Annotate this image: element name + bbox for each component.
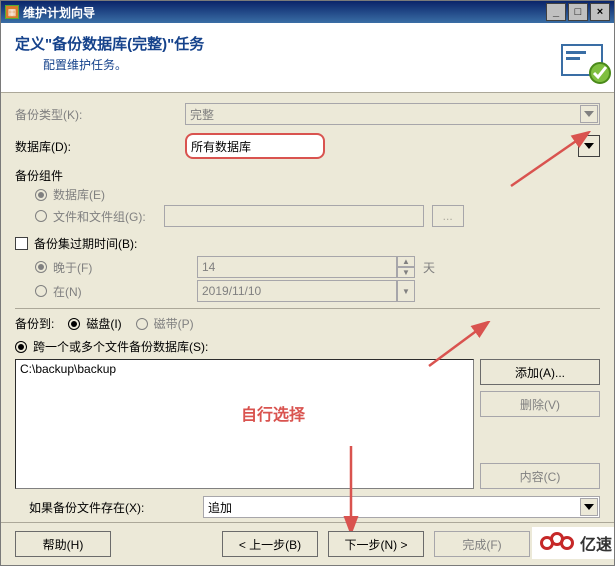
filegroup-input: [164, 205, 424, 227]
backup-type-label: 备份类型(K):: [15, 106, 185, 123]
finish-button: 完成(F): [434, 531, 530, 557]
radio-after: [35, 261, 47, 273]
backup-to-label: 备份到:: [15, 315, 54, 332]
database-value: 所有数据库: [191, 138, 251, 155]
logo-text: 亿速: [580, 531, 612, 555]
radio-multi-label: 跨一个或多个文件备份数据库(S):: [33, 338, 208, 355]
remove-button: 删除(V): [480, 391, 600, 417]
page-title: 定义"备份数据库(完整)"任务: [15, 33, 600, 54]
page-subtitle: 配置维护任务。: [43, 56, 600, 73]
after-days-input: [197, 256, 397, 278]
if-exists-combo[interactable]: 追加: [203, 496, 600, 518]
radio-disk[interactable]: [68, 318, 80, 330]
window-title: 维护计划向导: [23, 4, 546, 21]
divider: [15, 308, 600, 309]
wizard-footer: 帮助(H) < 上一步(B) 下一步(N) > 完成(F) 取消: [1, 522, 614, 565]
radio-filegroup-label: 文件和文件组(G):: [53, 208, 146, 225]
radio-filegroup: [35, 210, 47, 222]
database-highlight: 所有数据库: [185, 133, 325, 159]
add-button[interactable]: 添加(A)...: [480, 359, 600, 385]
chevron-down-icon[interactable]: [580, 498, 598, 516]
content-button: 内容(C): [480, 463, 600, 489]
radio-multi-files[interactable]: [15, 341, 27, 353]
on-date-input: [197, 280, 397, 302]
radio-disk-label: 磁盘(I): [86, 315, 121, 332]
close-button[interactable]: ×: [590, 3, 610, 21]
days-unit: 天: [423, 259, 435, 276]
maximize-button[interactable]: □: [568, 3, 588, 21]
database-dropdown-button[interactable]: [578, 135, 600, 157]
chevron-down-icon: [580, 105, 598, 123]
minimize-button[interactable]: _: [546, 3, 566, 21]
database-label: 数据库(D):: [15, 138, 185, 155]
annotation-text: 自行选择: [241, 401, 305, 425]
backup-type-value: 完整: [190, 106, 214, 123]
header-icon: [556, 39, 612, 87]
spinner-buttons: ▲▼: [397, 256, 415, 278]
if-exists-label: 如果备份文件存在(X):: [29, 499, 199, 516]
radio-on-label: 在(N): [53, 283, 193, 300]
expire-checkbox[interactable]: [15, 237, 28, 250]
radio-database-label: 数据库(E): [53, 186, 105, 203]
filegroup-browse-button: ...: [432, 205, 464, 227]
expire-label: 备份集过期时间(B):: [34, 235, 137, 252]
titlebar: ▦ 维护计划向导 _ □ ×: [1, 1, 614, 23]
if-exists-value: 追加: [208, 499, 232, 516]
radio-after-label: 晚于(F): [53, 259, 193, 276]
app-icon: ▦: [5, 5, 19, 19]
radio-on: [35, 285, 47, 297]
next-button[interactable]: 下一步(N) >: [328, 531, 424, 557]
component-group-label: 备份组件: [15, 167, 600, 184]
help-button[interactable]: 帮助(H): [15, 531, 111, 557]
radio-tape-label: 磁带(P): [154, 315, 194, 332]
wizard-header: 定义"备份数据库(完整)"任务 配置维护任务。: [1, 23, 614, 93]
backup-type-combo: 完整: [185, 103, 600, 125]
date-dropdown-icon: ▼: [397, 280, 415, 302]
wizard-window: ▦ 维护计划向导 _ □ × 定义"备份数据库(完整)"任务 配置维护任务。 备…: [0, 0, 615, 566]
radio-tape: [136, 318, 148, 330]
form-area: 备份类型(K): 完整 数据库(D): 所有数据库 备份组件 数据库(E) 文件: [1, 93, 614, 492]
back-button[interactable]: < 上一步(B): [222, 531, 318, 557]
watermark-logo: 亿速: [532, 527, 614, 559]
radio-database: [35, 189, 47, 201]
list-item[interactable]: C:\backup\backup: [20, 362, 469, 376]
